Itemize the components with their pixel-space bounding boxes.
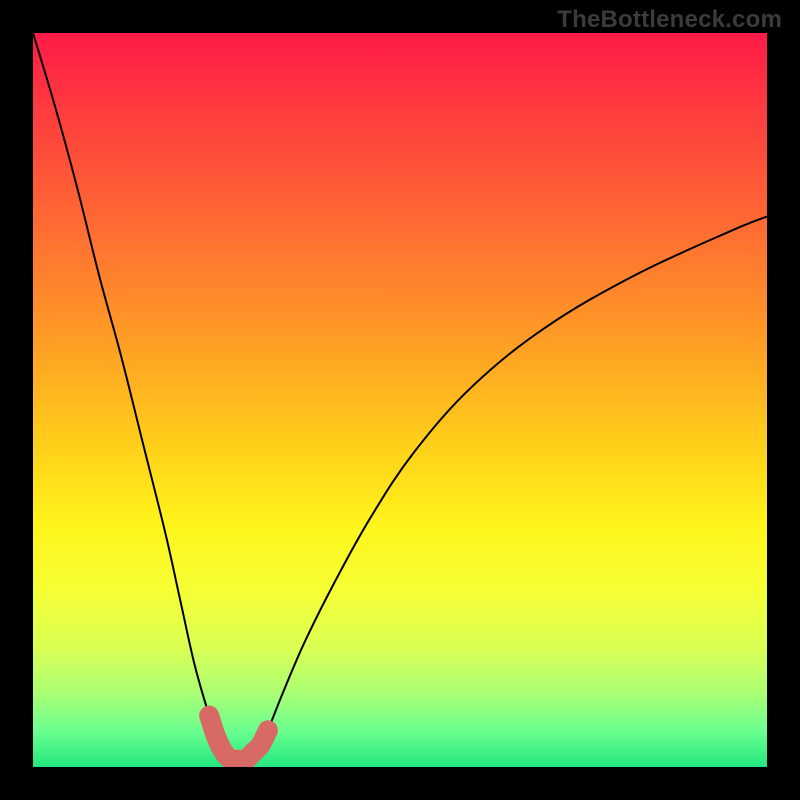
source-attribution: TheBottleneck.com [557,6,782,34]
plot-area [33,33,767,767]
chart-stage: TheBottleneck.com [0,0,800,800]
curve-layer [33,33,767,767]
bottleneck-curve-path [33,33,767,760]
bottom-highlight-path [209,716,268,761]
